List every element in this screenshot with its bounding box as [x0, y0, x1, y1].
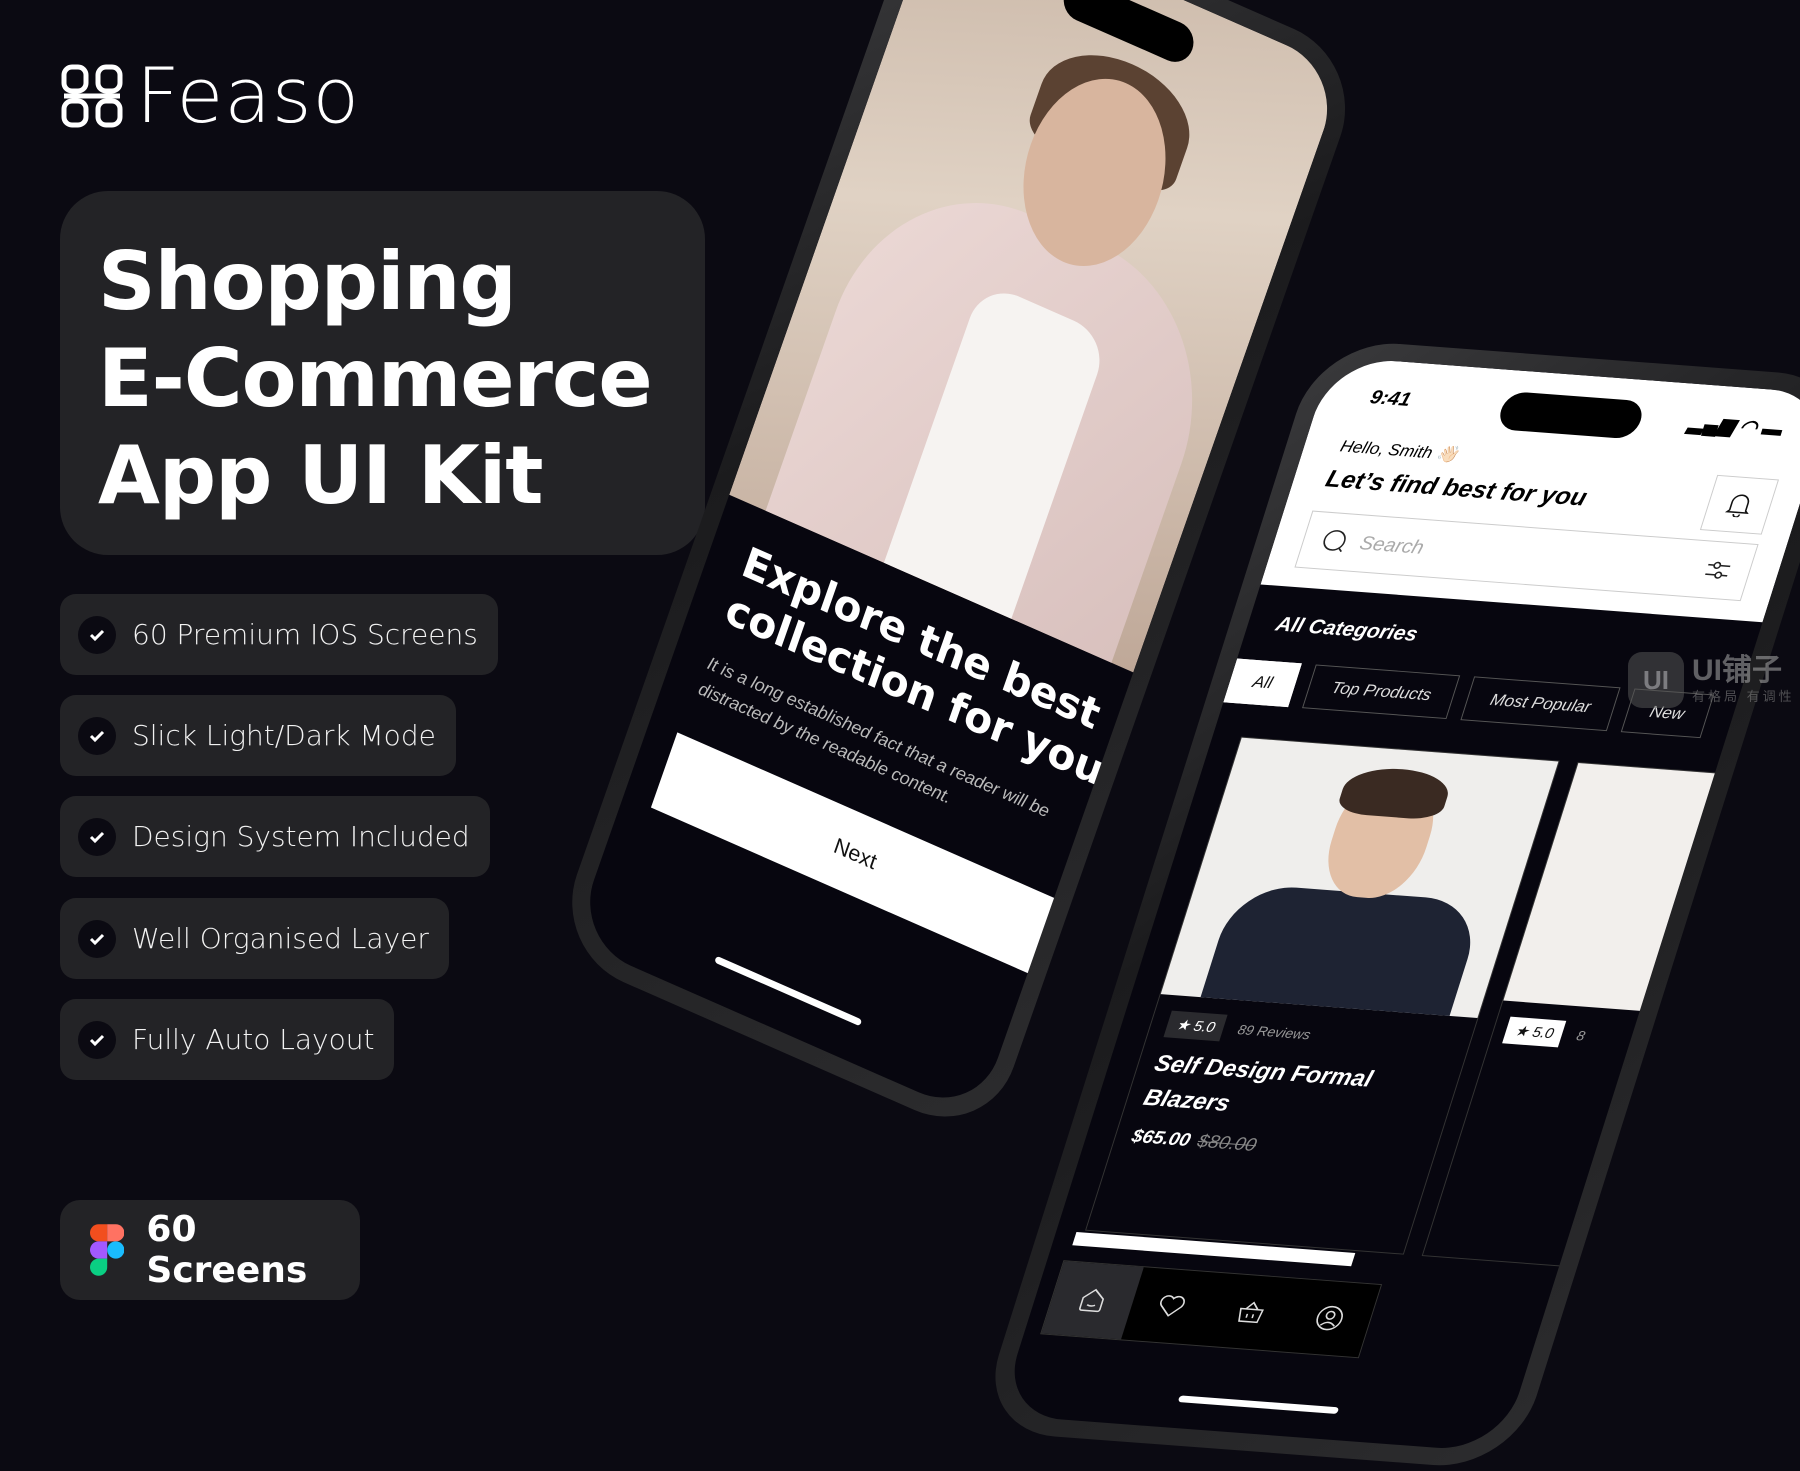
review-count: 89 Reviews — [1235, 1021, 1313, 1043]
feature-label: Well Organised Layer — [132, 922, 429, 955]
hero-title-line: E-Commerce — [98, 332, 653, 425]
hero-title-card: Shopping E-Commerce App UI Kit — [60, 191, 705, 555]
feature-label: 60 Premium IOS Screens — [132, 618, 478, 651]
categories-title: All Categories — [1273, 613, 1421, 646]
search-input[interactable]: Search — [1294, 510, 1759, 602]
watermark-text: UI铺子 — [1692, 653, 1782, 687]
review-count: 8 — [1574, 1027, 1588, 1044]
chip-top-products[interactable]: Top Products — [1301, 664, 1461, 720]
chip-all[interactable]: All — [1223, 658, 1302, 708]
watermark: UI UI铺子 有格局 有调性 — [1628, 652, 1795, 708]
feature-pill: 60 Premium IOS Screens — [60, 594, 498, 675]
check-icon — [78, 919, 116, 958]
feature-label: Design System Included — [132, 820, 470, 853]
home-indicator — [1177, 1395, 1340, 1414]
feature-pill: Design System Included — [60, 796, 490, 877]
search-icon — [1323, 530, 1346, 553]
feature-label: Slick Light/Dark Mode — [132, 719, 436, 752]
basket-icon — [1237, 1301, 1264, 1324]
headline: Let’s find best for you — [1322, 465, 1591, 512]
heart-icon — [1160, 1295, 1186, 1317]
check-icon — [78, 817, 116, 856]
hero-title-line: App UI Kit — [98, 429, 544, 522]
status-time: 9:41 — [1367, 386, 1414, 411]
check-icon — [78, 615, 116, 654]
chip-most-popular[interactable]: Most Popular — [1460, 676, 1621, 732]
feature-pill: Well Organised Layer — [60, 898, 449, 979]
screens-badge: 60 Screens — [60, 1200, 360, 1300]
feature-pill: Slick Light/Dark Mode — [60, 695, 456, 776]
feature-pill: Fully Auto Layout — [60, 999, 395, 1080]
feature-label: Fully Auto Layout — [132, 1023, 375, 1056]
notification-button[interactable] — [1699, 474, 1780, 535]
greeting: Hello, Smith 👋🏻 — [1338, 437, 1461, 464]
rating-badge: ★ 5.0 — [1502, 1016, 1567, 1048]
figma-icon — [90, 1224, 125, 1276]
product-price: $65.00 — [1128, 1126, 1194, 1151]
watermark-badge: UI — [1628, 652, 1684, 708]
product-old-price: $80.00 — [1194, 1131, 1260, 1156]
rating-badge: ★ 5.0 — [1163, 1010, 1229, 1042]
product-title: Self Design Formal Blazers — [1140, 1050, 1376, 1117]
check-icon — [78, 716, 116, 755]
brand-name: Feaso — [136, 51, 360, 140]
feaso-logo-icon — [61, 64, 123, 128]
brand-logo: Feaso — [60, 58, 360, 134]
search-placeholder: Search — [1357, 532, 1427, 559]
home-indicator — [714, 955, 863, 1027]
watermark-sub: 有格局 有调性 — [1692, 688, 1795, 704]
profile-icon — [1316, 1305, 1344, 1331]
product-image — [1160, 737, 1559, 1019]
hero-title-line: Shopping — [98, 235, 517, 328]
bottom-nav — [1040, 1260, 1383, 1359]
check-icon — [78, 1020, 116, 1059]
screens-count: 60 Screens — [146, 1209, 308, 1291]
home-icon — [1078, 1288, 1104, 1313]
bell-icon — [1724, 494, 1750, 518]
filter-icon[interactable] — [1702, 559, 1734, 582]
signal-wifi-battery-icon: ▂▄▆ ◠ ▬ — [1685, 412, 1786, 441]
